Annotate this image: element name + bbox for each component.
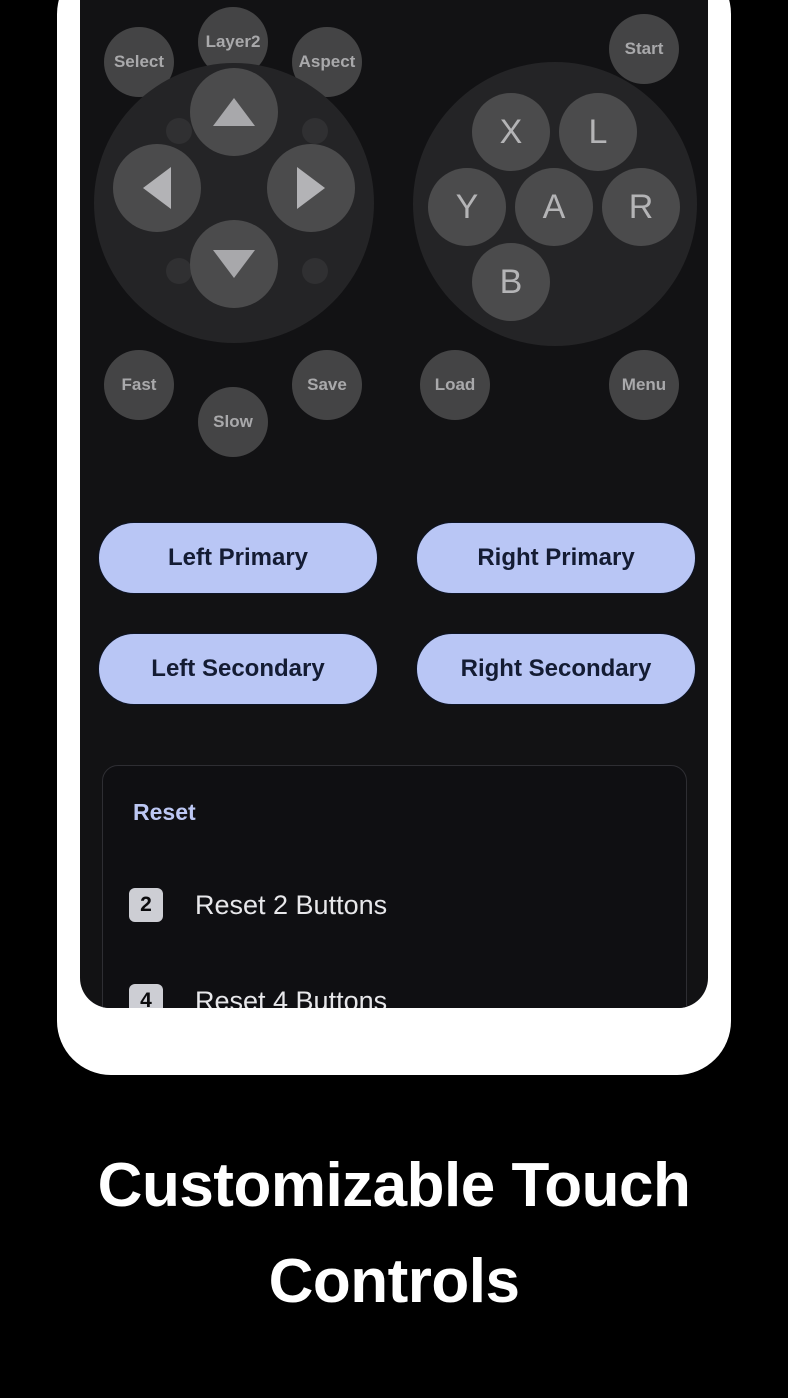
gamepad-button-label: X [499, 112, 523, 151]
key-badge-4-icon: 4 [129, 984, 163, 1008]
right-secondary-button[interactable]: Right Secondary [416, 633, 696, 705]
gamepad-button-label: Select [113, 52, 165, 71]
arrow-down-icon [213, 250, 255, 278]
pill-label: Right Primary [477, 544, 635, 571]
promo-caption: Customizable Touch Controls [0, 1138, 788, 1330]
screen-content: Select Layer2 Aspect Start X L Y A R B F… [80, 0, 708, 1008]
gamepad-button-b[interactable]: B [472, 243, 550, 321]
dpad-dot-upleft[interactable] [166, 118, 192, 144]
pill-row-secondary: Left Secondary Right Secondary [80, 633, 708, 705]
gamepad-button-label: Save [307, 375, 347, 394]
dpad-dot-upright[interactable] [302, 118, 328, 144]
dpad-dot-downleft[interactable] [166, 258, 192, 284]
gamepad-button-r[interactable]: R [602, 168, 680, 246]
gamepad-button-a[interactable]: A [515, 168, 593, 246]
gamepad-button-label: Menu [621, 375, 667, 394]
gamepad-button-label: R [628, 187, 654, 226]
phone-screen: Select Layer2 Aspect Start X L Y A R B F… [80, 0, 708, 1008]
pill-label: Left Primary [167, 544, 309, 571]
layout-preset-buttons: Left Primary Right Primary Left Secondar… [80, 522, 708, 744]
dpad-button-right[interactable] [267, 144, 355, 232]
pill-label: Right Secondary [460, 655, 652, 682]
dpad-button-down[interactable] [190, 220, 278, 308]
gamepad-button-load[interactable]: Load [420, 350, 490, 420]
gamepad-button-menu[interactable]: Menu [609, 350, 679, 420]
gamepad-button-x[interactable]: X [472, 93, 550, 171]
gamepad-button-label: Y [455, 187, 479, 226]
arrow-up-icon [213, 98, 255, 126]
reset-2-buttons-item[interactable]: 2 Reset 2 Buttons [129, 888, 669, 922]
left-primary-button[interactable]: Left Primary [98, 522, 378, 594]
dpad-button-left[interactable] [113, 144, 201, 232]
gamepad-button-label: A [542, 187, 566, 226]
dpad-dot-downright[interactable] [302, 258, 328, 284]
gamepad-button-label: B [499, 262, 523, 301]
gamepad-button-label: Start [624, 39, 664, 58]
reset-section-title: Reset [133, 799, 196, 825]
key-badge-2-icon: 2 [129, 888, 163, 922]
reset-item-label: Reset 2 Buttons [195, 889, 388, 920]
gamepad-button-y[interactable]: Y [428, 168, 506, 246]
gamepad-button-label: Slow [213, 412, 253, 431]
arrow-left-icon [143, 167, 171, 209]
caption-line-2: Controls [268, 1247, 520, 1316]
left-secondary-button[interactable]: Left Secondary [98, 633, 378, 705]
gamepad-button-save[interactable]: Save [292, 350, 362, 420]
right-primary-button[interactable]: Right Primary [416, 522, 696, 594]
reset-card: Reset 2 Reset 2 Buttons 4 Reset 4 Button… [102, 765, 687, 1008]
gamepad-button-label: Load [434, 375, 476, 394]
reset-item-label: Reset 4 Buttons [195, 985, 388, 1009]
gamepad-button-label: L [588, 112, 608, 151]
pill-row-primary: Left Primary Right Primary [80, 522, 708, 594]
dpad-button-up[interactable] [190, 68, 278, 156]
gamepad-button-label: Layer2 [205, 32, 261, 51]
gamepad-button-label: Fast [121, 375, 157, 394]
gamepad-button-start[interactable]: Start [609, 14, 679, 84]
gamepad-button-label: Aspect [298, 52, 356, 71]
gamepad-button-l[interactable]: L [559, 93, 637, 171]
pill-label: Left Secondary [151, 655, 325, 682]
caption-line-1: Customizable Touch [97, 1151, 691, 1220]
reset-4-buttons-item[interactable]: 4 Reset 4 Buttons [129, 984, 669, 1008]
touch-controls-overlay: Select Layer2 Aspect Start X L Y A R B F… [80, 0, 708, 505]
arrow-right-icon [297, 167, 325, 209]
gamepad-button-fast[interactable]: Fast [104, 350, 174, 420]
phone-device-frame: Select Layer2 Aspect Start X L Y A R B F… [57, 0, 731, 1075]
gamepad-button-slow[interactable]: Slow [198, 387, 268, 457]
